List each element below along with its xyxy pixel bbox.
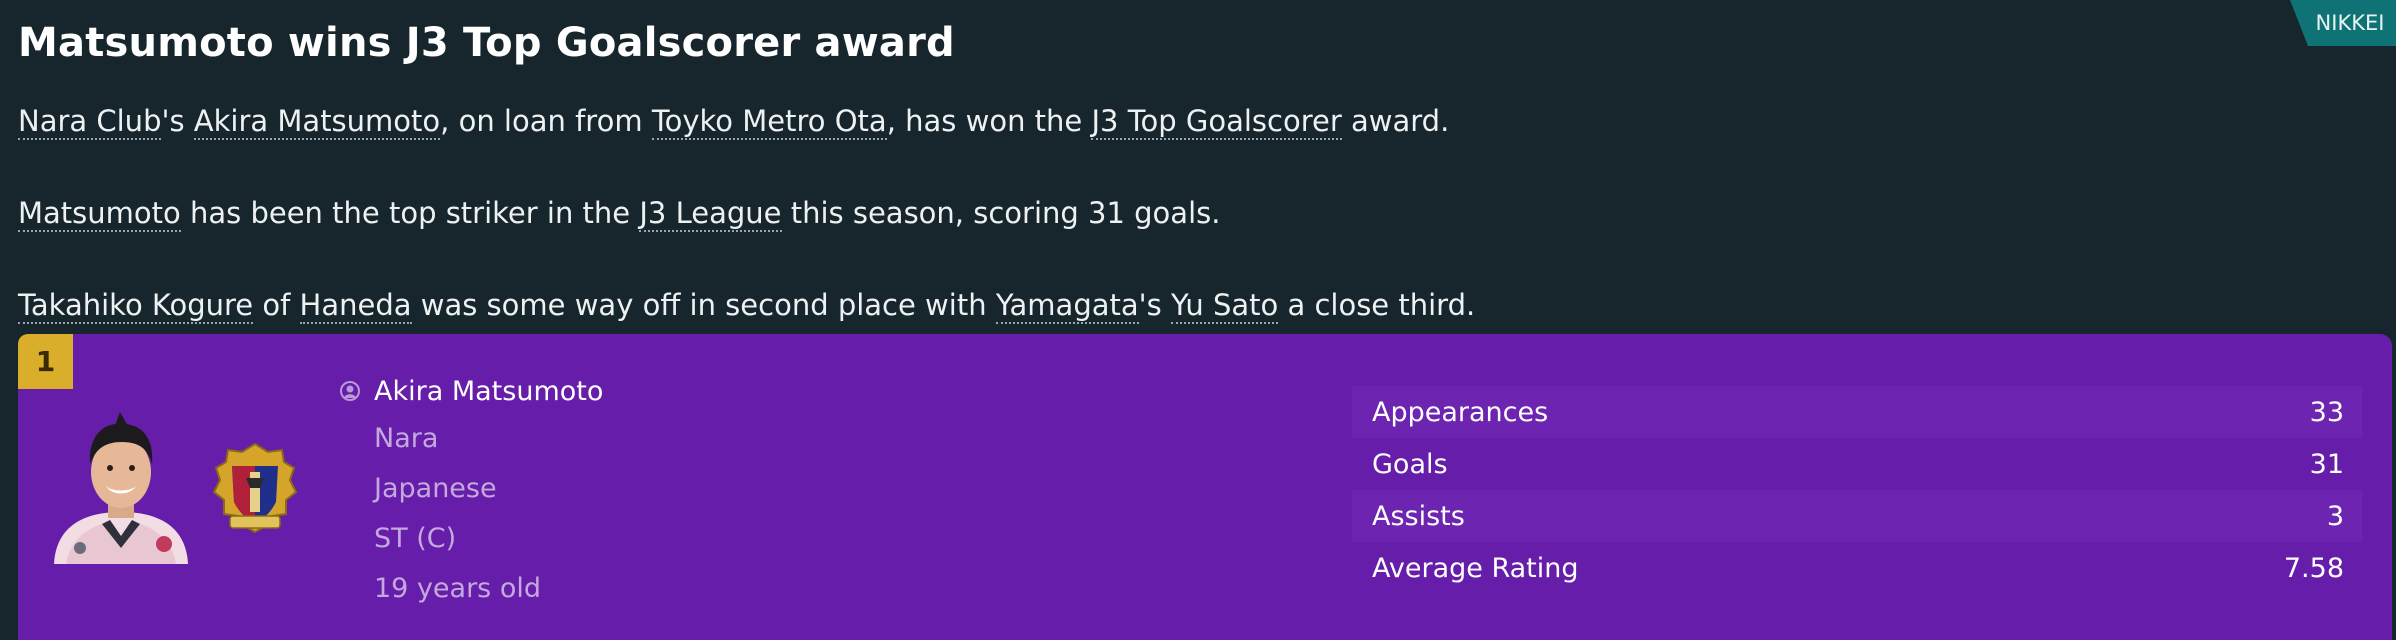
player-name[interactable]: Akira Matsumoto	[374, 376, 603, 407]
club-link-toyko-metro-ota[interactable]: Toyko Metro Ota	[651, 104, 887, 140]
player-link-kogure[interactable]: Takahiko Kogure	[18, 288, 254, 324]
text-fragment: 's	[161, 104, 194, 138]
club-link-nara[interactable]: Nara Club	[18, 104, 162, 140]
player-link-sato[interactable]: Yu Sato	[1170, 288, 1279, 324]
club-link-haneda[interactable]: Haneda	[299, 288, 412, 324]
paragraph-runners-up: Takahiko Kogure of Haneda was some way o…	[18, 288, 1476, 324]
stat-label: Assists	[1372, 500, 1465, 532]
player-name-row[interactable]: Akira Matsumoto	[340, 368, 603, 414]
stat-row-goals: Goals 31	[1352, 438, 2362, 490]
league-link-j3[interactable]: J3 League	[639, 196, 782, 232]
player-club: Nara	[374, 423, 439, 454]
stat-label: Goals	[1372, 448, 1448, 480]
stat-value: 31	[2309, 448, 2344, 480]
stat-row-average-rating: Average Rating 7.58	[1352, 542, 2362, 594]
person-icon	[340, 381, 360, 401]
club-crest-icon[interactable]	[210, 442, 300, 534]
player-position: ST (C)	[374, 523, 457, 554]
player-age: 19 years old	[374, 573, 541, 604]
text-fragment: this season, scoring 31 goals.	[781, 196, 1221, 230]
stats-table: Appearances 33 Goals 31 Assists 3 Averag…	[1352, 386, 2362, 594]
award-link[interactable]: J3 Top Goalscorer	[1091, 104, 1342, 140]
paragraph-award: Nara Club's Akira Matsumoto, on loan fro…	[18, 104, 1450, 140]
player-photo[interactable]	[44, 408, 198, 564]
stat-value: 33	[2309, 396, 2344, 428]
headline: Matsumoto wins J3 Top Goalscorer award	[18, 20, 955, 66]
text-fragment: has been the top striker in the	[180, 196, 640, 230]
text-fragment: 's	[1138, 288, 1171, 322]
club-link-yamagata[interactable]: Yamagata	[995, 288, 1139, 324]
text-fragment: a close third.	[1278, 288, 1476, 322]
player-link-matsumoto-short[interactable]: Matsumoto	[18, 196, 181, 232]
player-info: Akira Matsumoto Nara Japanese ST (C) 19 …	[340, 368, 603, 614]
stat-value: 7.58	[2283, 552, 2344, 584]
source-badge: NIKKEI	[2290, 0, 2396, 46]
paragraph-league: Matsumoto has been the top striker in th…	[18, 196, 1221, 232]
player-nationality: Japanese	[374, 473, 497, 504]
text-fragment: , on loan from	[440, 104, 652, 138]
player-link-matsumoto[interactable]: Akira Matsumoto	[193, 104, 441, 140]
player-card: 1 Akira Matsumoto Nara Japanese ST (C) 1…	[18, 334, 2392, 640]
text-fragment: was some way off in second place with	[411, 288, 996, 322]
rank-badge: 1	[18, 334, 73, 389]
stat-label: Appearances	[1372, 396, 1549, 428]
stat-label: Average Rating	[1372, 552, 1579, 584]
stat-value: 3	[2326, 500, 2344, 532]
stat-row-assists: Assists 3	[1352, 490, 2362, 542]
text-fragment: of	[253, 288, 300, 322]
text-fragment: , has won the	[886, 104, 1092, 138]
stat-row-appearances: Appearances 33	[1352, 386, 2362, 438]
text-fragment: award.	[1341, 104, 1450, 138]
